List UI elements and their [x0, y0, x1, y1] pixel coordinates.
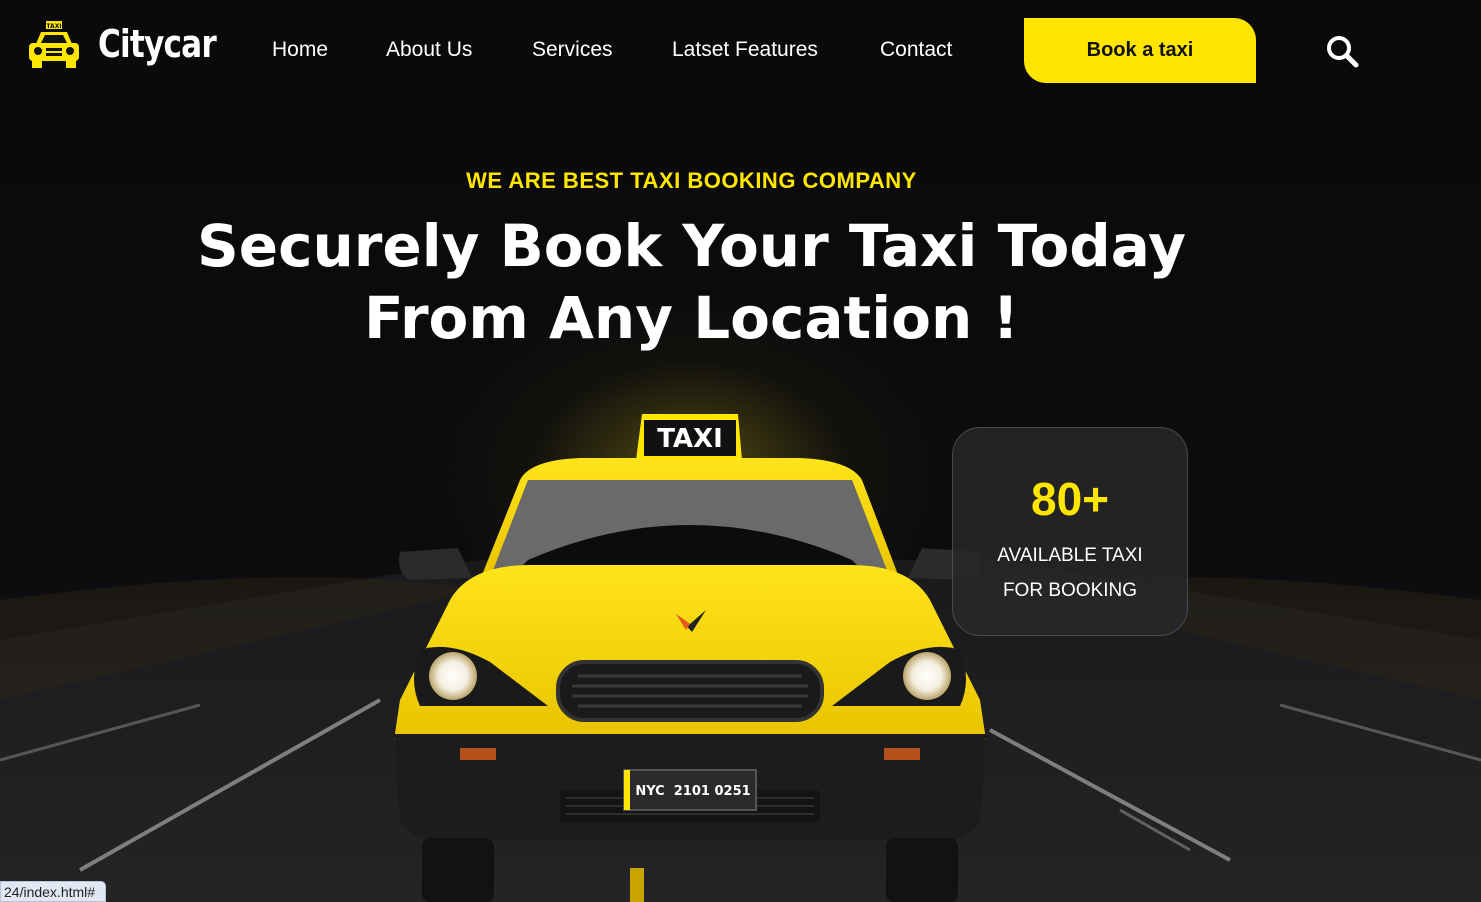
brand-logo[interactable]: TAXI Citycar [26, 18, 242, 70]
nav-home[interactable]: Home [272, 38, 328, 62]
book-taxi-button[interactable]: Book a taxi [1024, 18, 1256, 83]
nav-contact[interactable]: Contact [880, 38, 952, 62]
svg-text:TAXI: TAXI [46, 23, 61, 30]
headline-line-2: From Any Location ! [364, 284, 1019, 352]
nav-about-us[interactable]: About Us [386, 38, 472, 62]
taxi-car-icon: TAXI [29, 21, 79, 68]
headline-line-1: Securely Book Your Taxi Today [197, 212, 1186, 280]
hero-headline: Securely Book Your Taxi Today From Any L… [0, 210, 1383, 354]
license-plate-text: NYC 2101 0251 [635, 784, 750, 799]
taxi-car-illustration: TAXI NYC 2101 0251 [394, 414, 986, 902]
nav-services[interactable]: Services [532, 38, 613, 62]
hero-tagline: WE ARE BEST TAXI BOOKING COMPANY [466, 168, 917, 193]
roof-sign-text: TAXI [657, 424, 723, 454]
stat-label: AVAILABLE TAXI FOR BOOKING [997, 545, 1143, 601]
nav-latest-features[interactable]: Latset Features [672, 38, 818, 62]
status-bar-url: 24/index.html# [0, 881, 107, 902]
search-icon[interactable] [1324, 33, 1360, 69]
site-header: TAXI Citycar Home About Us Services Lats… [0, 0, 1481, 100]
available-taxi-stat-card: 80+ AVAILABLE TAXI FOR BOOKING [952, 427, 1188, 636]
brand-name: Citycar [98, 22, 217, 66]
stat-number: 80+ [1030, 473, 1110, 525]
